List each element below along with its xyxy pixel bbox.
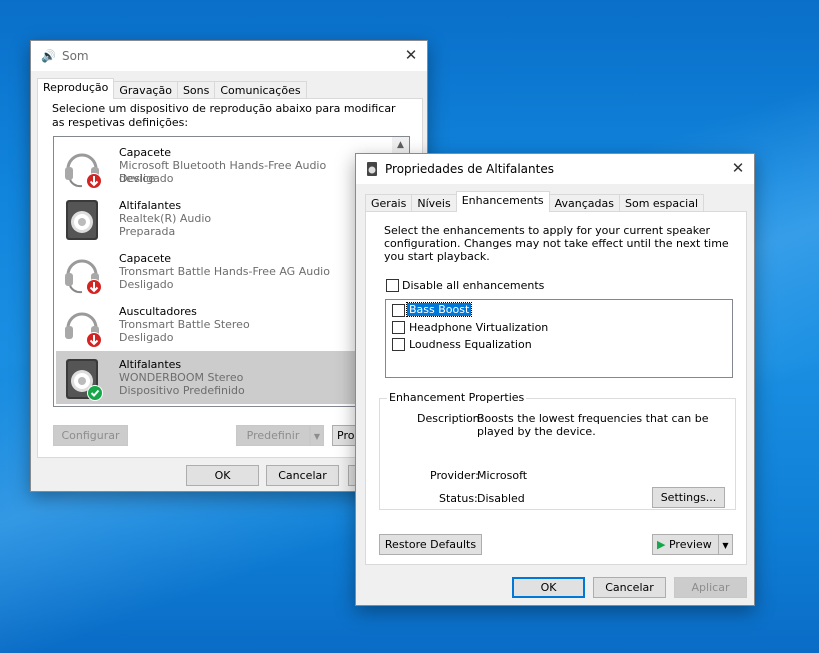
- tab-advanced[interactable]: Avançadas: [548, 194, 620, 212]
- enhancements-list[interactable]: Bass Boost Headphone Virtualization Loud…: [385, 299, 733, 378]
- device-name: Altifalantes: [119, 358, 182, 371]
- scroll-up-icon[interactable]: ▲: [392, 137, 409, 154]
- list-item[interactable]: Capacete Microsoft Bluetooth Hands-Free …: [56, 139, 356, 192]
- chevron-down-icon: ▼: [313, 432, 321, 441]
- preview-button[interactable]: ▶ Preview: [652, 534, 719, 555]
- bass-boost-checkbox[interactable]: [392, 304, 405, 317]
- provider-label: Provider:: [430, 469, 479, 482]
- sound-cancel-button[interactable]: Cancelar: [266, 465, 339, 486]
- device-name: Auscultadores: [119, 305, 197, 318]
- tab-enhancements[interactable]: Enhancements: [455, 191, 550, 212]
- speaker-icon: [66, 200, 98, 240]
- enhancements-panel: Select the enhancements to apply for you…: [365, 211, 747, 565]
- status-value: Disabled: [477, 492, 525, 505]
- settings-button[interactable]: Settings...: [652, 487, 725, 508]
- sound-tabs: Reprodução Gravação Sons Comunicações: [37, 78, 307, 99]
- restore-defaults-button[interactable]: Restore Defaults: [379, 534, 482, 555]
- device-detail: Tronsmart Battle Hands-Free AG Audio: [119, 265, 330, 278]
- sound-ok-button[interactable]: OK: [186, 465, 259, 486]
- device-state: Desligado: [119, 278, 174, 291]
- description-value: Boosts the lowest frequencies that can b…: [477, 412, 709, 438]
- chevron-down-icon: ▼: [722, 541, 729, 550]
- device-state: Dispositivo Predefinido: [119, 384, 245, 397]
- enhancements-intro: Select the enhancements to apply for you…: [384, 224, 729, 263]
- disable-all-checkbox[interactable]: [386, 279, 399, 292]
- properties-tabs: Gerais Níveis Enhancements Avançadas Som…: [365, 191, 705, 212]
- tab-recording[interactable]: Gravação: [113, 81, 178, 99]
- headphones-icon: [65, 312, 102, 348]
- list-item[interactable]: Altifalantes Realtek(R) Audio Preparada: [56, 192, 356, 245]
- sound-app-icon: 🔊: [41, 49, 56, 63]
- preview-dropdown[interactable]: ▼: [718, 534, 733, 555]
- speaker-icon: [367, 162, 377, 176]
- disable-all-label: Disable all enhancements: [402, 279, 545, 292]
- properties-cancel-button[interactable]: Cancelar: [593, 577, 666, 598]
- loudness-equalization-label[interactable]: Loudness Equalization: [409, 338, 532, 351]
- properties-window: Propriedades de Altifalantes ✕ Gerais Ní…: [355, 153, 755, 606]
- play-icon: ▶: [657, 538, 666, 551]
- tab-spatial-sound[interactable]: Som espacial: [618, 194, 705, 212]
- tab-communications[interactable]: Comunicações: [214, 81, 307, 99]
- close-icon[interactable]: ✕: [730, 160, 746, 176]
- description-label: Description:: [417, 412, 484, 425]
- list-item[interactable]: Capacete Tronsmart Battle Hands-Free AG …: [56, 245, 356, 298]
- device-name: Capacete: [119, 146, 172, 159]
- window-title: Som: [61, 49, 89, 63]
- configure-button[interactable]: Configurar: [53, 425, 128, 446]
- device-detail: WONDERBOOM Stereo: [119, 371, 244, 384]
- tab-general[interactable]: Gerais: [365, 194, 413, 212]
- status-label: Status:: [439, 492, 478, 505]
- list-item-selected[interactable]: Altifalantes WONDERBOOM Stereo Dispositi…: [56, 351, 356, 404]
- device-detail: Tronsmart Battle Stereo: [119, 318, 250, 331]
- tab-playback[interactable]: Reprodução: [37, 78, 115, 99]
- device-state: Preparada: [119, 225, 176, 238]
- list-item[interactable]: Auscultadores Tronsmart Battle Stereo De…: [56, 298, 356, 351]
- group-label: Enhancement Properties: [387, 391, 527, 404]
- speaker-icon: [66, 359, 103, 401]
- properties-apply-button[interactable]: Aplicar: [674, 577, 747, 598]
- tab-levels[interactable]: Níveis: [411, 194, 457, 212]
- headphone-virtualization-label[interactable]: Headphone Virtualization: [409, 321, 548, 334]
- set-default-dropdown[interactable]: ▼: [310, 425, 324, 446]
- device-detail: Realtek(R) Audio: [119, 212, 212, 225]
- headphone-virtualization-checkbox[interactable]: [392, 321, 405, 334]
- device-state: Desligado: [119, 172, 174, 185]
- provider-value: Microsoft: [477, 469, 528, 482]
- close-icon[interactable]: ✕: [403, 47, 419, 63]
- device-name: Capacete: [119, 252, 172, 265]
- playback-instruction: Selecione um dispositivo de reprodução a…: [52, 102, 396, 129]
- set-default-button[interactable]: Predefinir: [236, 425, 310, 446]
- enhancement-properties-group: Enhancement Properties Description: Boos…: [379, 391, 736, 510]
- properties-ok-button[interactable]: OK: [512, 577, 585, 598]
- device-name: Altifalantes: [119, 199, 182, 212]
- window-title: Propriedades de Altifalantes: [385, 162, 554, 176]
- sound-titlebar: 🔊 Som ✕: [31, 41, 427, 71]
- device-state: Desligado: [119, 331, 174, 344]
- preview-label: Preview: [668, 538, 712, 551]
- headset-icon: [65, 153, 102, 189]
- headset-icon: [65, 259, 102, 295]
- tab-sounds[interactable]: Sons: [176, 81, 216, 99]
- properties-titlebar: Propriedades de Altifalantes ✕: [356, 154, 754, 184]
- loudness-equalization-checkbox[interactable]: [392, 338, 405, 351]
- bass-boost-label[interactable]: Bass Boost: [405, 302, 473, 317]
